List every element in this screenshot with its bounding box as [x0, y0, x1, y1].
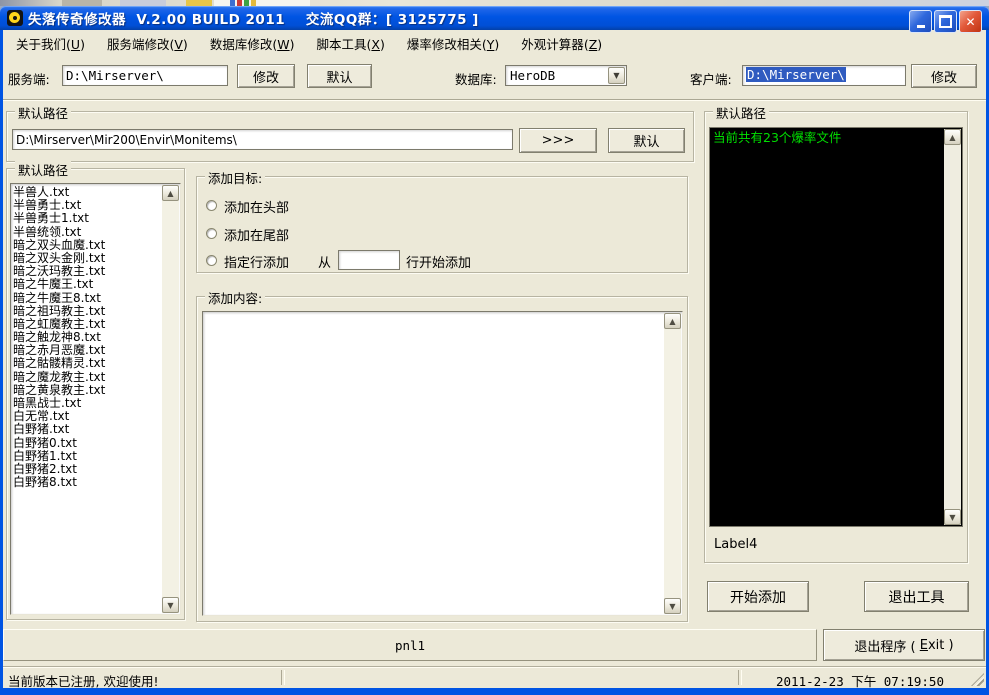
client-path-input[interactable]: D:\Mirserver\: [742, 65, 906, 86]
window-title: 失落传奇修改器 V.2.00 BUILD 2011 交流QQ群：[ 312577…: [28, 8, 479, 28]
bottom-panel: pnl1: [3, 629, 817, 661]
status-separator: [281, 670, 285, 685]
add-content-value: [206, 314, 662, 613]
status-bar: 当前版本已注册, 欢迎使用! 2011-2-23 下午 07:19:50: [3, 666, 986, 688]
app-window: 失落传奇修改器 V.2.00 BUILD 2011 交流QQ群：[ 312577…: [0, 0, 989, 695]
server-default-button[interactable]: 默认: [307, 64, 372, 88]
arrow-up-icon[interactable]: ▲: [944, 129, 961, 145]
radio-add-head-label[interactable]: 添加在头部: [224, 197, 289, 216]
app-icon: [7, 10, 23, 26]
database-select[interactable]: HeroDB ▼: [505, 65, 627, 86]
status-datetime: 2011-2-23 下午 07:19:50: [742, 671, 978, 690]
file-list-scrollbar[interactable]: ▲ ▼: [162, 185, 179, 613]
result-console[interactable]: 当前共有23个爆率文件 ▲ ▼: [709, 127, 963, 527]
console-message: 当前共有23个爆率文件: [713, 130, 841, 145]
list-item[interactable]: 半兽统领.txt: [13, 226, 161, 239]
client-label: 客户端:: [690, 69, 732, 88]
arrow-down-icon[interactable]: ▼: [944, 509, 961, 525]
menu-item-server-edit[interactable]: 服务端修改(V): [96, 31, 199, 56]
content-scrollbar[interactable]: ▲ ▼: [664, 313, 681, 614]
list-item[interactable]: 白野猪0.txt: [13, 437, 161, 450]
radio-add-tail-label[interactable]: 添加在尾部: [224, 225, 289, 244]
radio-add-tail[interactable]: [206, 228, 217, 239]
list-item[interactable]: 暗之牛魔王8.txt: [13, 292, 161, 305]
path-default-button[interactable]: 默认: [608, 128, 685, 153]
title-bar[interactable]: 失落传奇修改器 V.2.00 BUILD 2011 交流QQ群：[ 312577…: [0, 6, 989, 30]
group-legend: 添加内容:: [205, 288, 265, 307]
label4: Label4: [714, 537, 757, 552]
group-legend: 默认路径: [15, 103, 71, 122]
list-item[interactable]: 白野猪1.txt: [13, 450, 161, 463]
list-item[interactable]: 暗之魔龙教主.txt: [13, 371, 161, 384]
line-number-input[interactable]: [338, 250, 400, 270]
chevron-down-icon[interactable]: ▼: [608, 67, 625, 84]
list-item[interactable]: 白野猪.txt: [13, 423, 161, 436]
exit-tool-button[interactable]: 退出工具: [864, 581, 969, 612]
arrow-down-icon[interactable]: ▼: [162, 597, 179, 613]
console-scrollbar[interactable]: ▲ ▼: [944, 129, 961, 525]
panel-label: pnl1: [395, 638, 425, 653]
file-list: 半兽人.txt半兽勇士.txt半兽勇士1.txt半兽统领.txt暗之双头血魔.t…: [13, 186, 161, 612]
menu-item-appearance-calc[interactable]: 外观计算器(Z): [510, 31, 613, 56]
menu-item-database-edit[interactable]: 数据库修改(W): [199, 31, 306, 56]
server-path-input[interactable]: [62, 65, 228, 86]
arrow-up-icon[interactable]: ▲: [162, 185, 179, 201]
add-content-textarea[interactable]: ▲ ▼: [202, 311, 683, 616]
list-item[interactable]: 暗之双头血魔.txt: [13, 239, 161, 252]
list-item[interactable]: 暗之祖玛教主.txt: [13, 305, 161, 318]
divider: [3, 99, 986, 101]
menu-item-script-tools[interactable]: 脚本工具(X): [305, 31, 395, 56]
radio-add-line[interactable]: [206, 255, 217, 266]
radio-add-line-label[interactable]: 指定行添加: [224, 252, 289, 271]
arrow-up-icon[interactable]: ▲: [664, 313, 681, 329]
server-modify-button[interactable]: 修改: [237, 64, 295, 88]
line-start-label: 行开始添加: [406, 252, 471, 271]
group-legend: 默认路径: [15, 160, 71, 179]
selected-text: D:\Mirserver\: [746, 67, 846, 82]
group-legend: 添加目标:: [205, 168, 265, 187]
menu-item-about[interactable]: 关于我们(U): [5, 31, 96, 56]
group-legend: 默认路径: [713, 103, 769, 122]
arrow-down-icon[interactable]: ▼: [664, 598, 681, 614]
from-label: 从: [318, 252, 331, 271]
status-message: 当前版本已注册, 欢迎使用!: [8, 671, 158, 690]
list-item[interactable]: 暗之骷髅精灵.txt: [13, 357, 161, 370]
database-label: 数据库:: [455, 69, 497, 88]
start-add-button[interactable]: 开始添加: [707, 581, 809, 612]
file-listbox[interactable]: 半兽人.txt半兽勇士.txt半兽勇士1.txt半兽统领.txt暗之双头血魔.t…: [10, 183, 181, 615]
client-modify-button[interactable]: 修改: [911, 64, 977, 88]
menu-item-droprate[interactable]: 爆率修改相关(Y): [396, 31, 510, 56]
radio-add-head[interactable]: [206, 200, 217, 211]
exit-program-button[interactable]: 退出程序 ( Exit ): [823, 629, 985, 661]
menu-bar: 关于我们(U) 服务端修改(V) 数据库修改(W) 脚本工具(X) 爆率修改相关…: [3, 30, 986, 56]
list-item[interactable]: 半兽勇士1.txt: [13, 212, 161, 225]
monitems-path-input[interactable]: [12, 129, 513, 150]
browse-button[interactable]: >>>: [519, 128, 597, 153]
server-label: 服务端:: [8, 69, 50, 88]
list-item[interactable]: 暗之牛魔王.txt: [13, 278, 161, 291]
database-value: HeroDB: [510, 68, 555, 83]
list-item[interactable]: 白野猪8.txt: [13, 476, 161, 489]
